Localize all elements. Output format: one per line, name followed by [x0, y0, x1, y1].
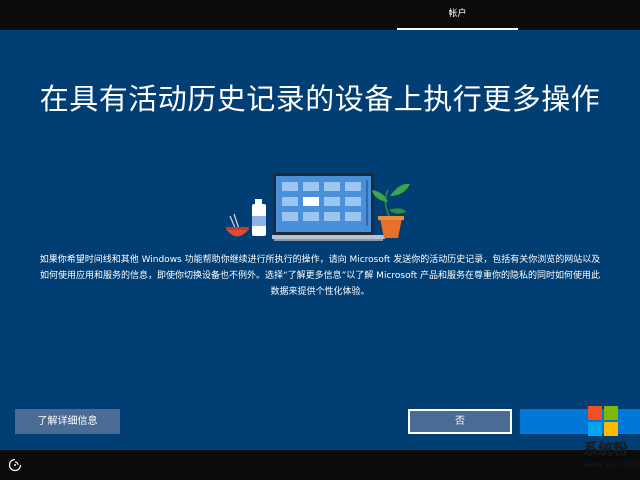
bottom-bar	[0, 450, 640, 480]
watermark: 系统粉 www.win7999.com	[583, 402, 640, 480]
learn-more-button[interactable]: 了解详细信息	[15, 409, 120, 434]
ease-of-access-icon[interactable]	[8, 458, 22, 472]
watermark-url: www.win7999.com	[583, 460, 640, 469]
top-bar: 帐户	[0, 0, 640, 30]
laptop-icon	[272, 173, 385, 241]
bowl-icon	[226, 213, 249, 237]
oobe-main-panel: 在具有活动历史记录的设备上执行更多操作 如果你希望时间线和其他 Windows …	[0, 30, 640, 450]
watermark-text: 系统粉	[583, 440, 629, 458]
step-tab-label: 帐户	[448, 9, 467, 19]
plant-icon	[372, 183, 410, 238]
activity-history-illustration	[226, 173, 410, 241]
description-line: 如果你希望时间线和其他 Windows 功能帮助你继续进行所执行的操作，请向 M…	[39, 255, 601, 265]
page-title: 在具有活动历史记录的设备上执行更多操作	[39, 82, 601, 116]
windows-logo-icon	[588, 406, 618, 436]
description-line: 如何使用应用和服务的信息，即使你切换设备也不例外。选择“了解更多信息”以了解 M…	[39, 271, 600, 281]
description-line: 数据来提供个性化体验。	[270, 287, 370, 297]
activity-history-description: 如果你希望时间线和其他 Windows 功能帮助你继续进行所执行的操作，请向 M…	[24, 252, 616, 300]
step-tab-account: 帐户	[397, 0, 518, 30]
no-button[interactable]: 否	[408, 409, 512, 434]
bottle-icon	[252, 199, 266, 236]
